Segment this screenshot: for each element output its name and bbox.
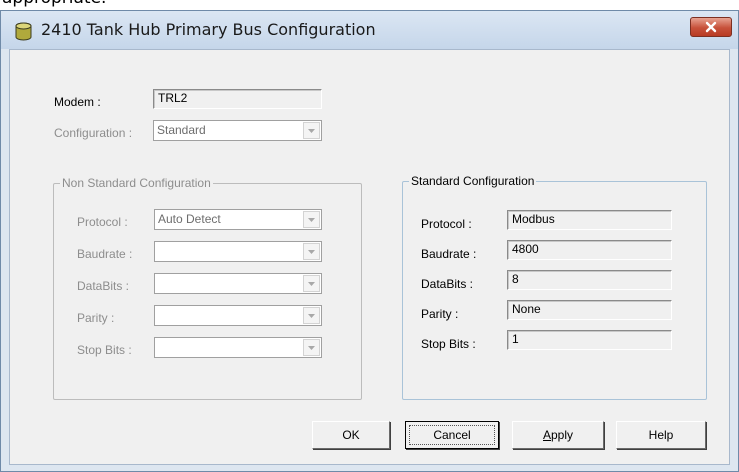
close-icon xyxy=(705,21,717,33)
ok-button[interactable]: OK xyxy=(312,421,390,449)
dialog-window: 2410 Tank Hub Primary Bus Configuration … xyxy=(0,10,739,472)
std-parity-field: None xyxy=(507,300,672,320)
ns-parity-dropdown-arrow[interactable] xyxy=(303,307,320,324)
ns-protocol-label: Protocol : xyxy=(77,215,128,229)
ok-button-label: OK xyxy=(342,428,360,442)
chevron-down-icon xyxy=(308,281,315,286)
ns-baudrate-select[interactable] xyxy=(154,241,322,262)
help-button[interactable]: Help xyxy=(616,421,706,449)
apply-mnemonic: A xyxy=(542,428,551,442)
modem-field: TRL2 xyxy=(153,89,322,109)
configuration-label: Configuration : xyxy=(54,126,133,140)
ns-stopbits-dropdown-arrow[interactable] xyxy=(303,339,320,356)
ns-databits-dropdown-arrow[interactable] xyxy=(303,275,320,292)
ns-databits-select[interactable] xyxy=(154,273,322,294)
configuration-value: Standard xyxy=(157,123,206,137)
std-baudrate-field: 4800 xyxy=(507,240,672,260)
tank-icon xyxy=(15,22,32,41)
ns-parity-label: Parity : xyxy=(77,311,115,325)
close-button[interactable] xyxy=(690,17,732,37)
chevron-down-icon xyxy=(308,217,315,222)
apply-button-label-rest: pply xyxy=(551,428,574,442)
help-button-label: Help xyxy=(648,428,674,442)
chevron-down-icon xyxy=(308,313,315,318)
apply-button[interactable]: Apply xyxy=(512,421,604,449)
chevron-down-icon xyxy=(308,128,315,133)
std-databits-field: 8 xyxy=(507,270,672,290)
std-baudrate-label: Baudrate : xyxy=(421,247,477,261)
std-stopbits-label: Stop Bits : xyxy=(421,337,476,351)
ns-baudrate-label: Baudrate : xyxy=(77,247,133,261)
modem-label: Modem : xyxy=(54,95,101,109)
dialog-client-area: Modem : TRL2 Configuration : Standard No… xyxy=(9,49,730,465)
ns-protocol-dropdown-arrow[interactable] xyxy=(303,211,320,228)
window-title: 2410 Tank Hub Primary Bus Configuration xyxy=(41,20,376,39)
ns-baudrate-dropdown-arrow[interactable] xyxy=(303,243,320,260)
ns-protocol-value: Auto Detect xyxy=(158,212,221,226)
chevron-down-icon xyxy=(308,345,315,350)
configuration-dropdown-arrow[interactable] xyxy=(303,122,320,139)
configuration-select[interactable]: Standard xyxy=(153,120,322,141)
apply-button-label: Apply xyxy=(543,428,573,442)
focus-rectangle xyxy=(409,425,495,445)
non-standard-configuration-group: Non Standard Configuration Protocol : Au… xyxy=(53,176,362,400)
ns-protocol-select[interactable]: Auto Detect xyxy=(154,209,322,230)
background-text-strip: appropriate. xyxy=(0,0,739,10)
std-stopbits-field: 1 xyxy=(507,330,672,350)
std-protocol-field: Modbus xyxy=(507,210,672,230)
ns-stopbits-select[interactable] xyxy=(154,337,322,358)
standard-configuration-group: Standard Configuration Protocol : Modbus… xyxy=(402,174,707,400)
std-databits-label: DataBits : xyxy=(421,277,474,291)
non-standard-configuration-title: Non Standard Configuration xyxy=(60,176,213,190)
standard-configuration-title: Standard Configuration xyxy=(409,174,537,188)
ns-stopbits-label: Stop Bits : xyxy=(77,343,132,357)
ns-parity-select[interactable] xyxy=(154,305,322,326)
chevron-down-icon xyxy=(308,249,315,254)
cancel-button[interactable]: Cancel xyxy=(405,421,499,449)
background-text: appropriate. xyxy=(2,0,106,8)
title-bar[interactable]: 2410 Tank Hub Primary Bus Configuration xyxy=(1,11,738,49)
std-protocol-label: Protocol : xyxy=(421,217,472,231)
std-parity-label: Parity : xyxy=(421,307,459,321)
ns-databits-label: DataBits : xyxy=(77,279,130,293)
